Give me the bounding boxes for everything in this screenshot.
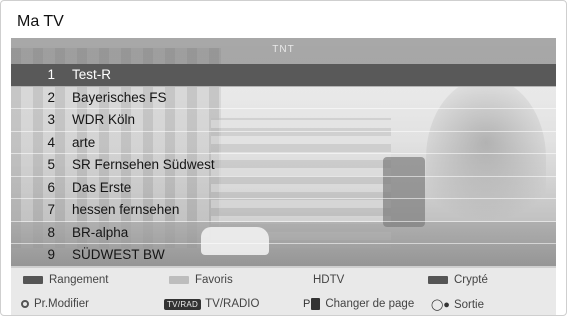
window-title: Ma TV	[17, 13, 64, 30]
channel-number: 5	[47, 157, 55, 172]
dark-swatch-icon	[428, 276, 448, 284]
legend-rangement-label: Rangement	[49, 274, 109, 286]
channel-number: 3	[47, 112, 55, 127]
channel-name: Das Erste	[72, 179, 132, 195]
channel-number: 4	[47, 134, 55, 150]
page-key-letter: P	[303, 298, 311, 310]
legend-hdtv-label: HDTV	[313, 274, 345, 286]
channel-name: SR Fernsehen Südwest	[72, 157, 215, 172]
channel-row[interactable]: 8 BR-alpha	[11, 222, 556, 244]
exit-icon: ◯●	[431, 299, 450, 311]
channel-row[interactable]: 9 SÜDWEST BW	[11, 244, 556, 267]
legend-favoris-label: Favoris	[195, 274, 233, 286]
legend-favoris: Favoris	[169, 274, 233, 286]
channel-number: 9	[47, 247, 55, 262]
channel-row[interactable]: 2 Bayerisches FS	[11, 87, 556, 109]
ok-icon	[21, 300, 29, 308]
legend-tv-radio-label: TV/RADIO	[205, 298, 260, 310]
channel-row[interactable]: 3 WDR Köln	[11, 109, 556, 132]
legend-pr-modifier: Pr.Modifier	[21, 298, 89, 310]
channel-name: Test-R	[72, 67, 112, 82]
legend-pr-modifier-label: Pr.Modifier	[34, 298, 89, 310]
legend-changer-page: P Changer de page	[303, 298, 414, 310]
channel-row[interactable]: 5 SR Fernsehen Südwest	[11, 154, 556, 177]
legend-sortie: ◯● Sortie	[431, 298, 485, 312]
channel-number: 8	[47, 224, 55, 240]
channel-number: 7	[47, 202, 55, 217]
blank-swatch-icon	[287, 276, 307, 284]
legend-key-row: Pr.Modifier TV/RAD TV/RADIO P Changer de…	[11, 294, 556, 315]
channel-number: 2	[47, 89, 55, 105]
channel-name: Bayerisches FS	[72, 89, 167, 105]
channel-name: arte	[72, 134, 96, 150]
channel-name: WDR Köln	[72, 112, 136, 127]
channel-name: BR-alpha	[72, 224, 129, 240]
list-header-label: TNT	[272, 44, 295, 55]
channel-number: 6	[47, 179, 55, 195]
legend-changer-page-label: Changer de page	[325, 298, 415, 310]
page-key-button	[311, 298, 321, 310]
legend-sortie-label: Sortie	[453, 298, 485, 311]
legend-tv-radio: TV/RAD TV/RADIO	[164, 298, 259, 310]
legend-crypte: Crypté	[428, 274, 488, 286]
channel-row[interactable]: 1 Test-R	[11, 64, 556, 87]
channel-name: SÜDWEST BW	[72, 247, 165, 262]
legend-rangement: Rangement	[23, 274, 108, 286]
page-updown-icon: P	[303, 298, 321, 310]
channel-row[interactable]: 4 arte	[11, 132, 556, 154]
tv-menu-window: Ma TV TNT 1 Test-R 2 Bayerisches FS 3 WD…	[0, 0, 567, 316]
channel-row[interactable]: 7 hessen fernsehen	[11, 199, 556, 222]
channel-list[interactable]: 1 Test-R 2 Bayerisches FS 3 WDR Köln 4 a…	[11, 64, 556, 267]
tv-radio-key-icon: TV/RAD	[164, 298, 202, 310]
list-header: TNT	[11, 38, 556, 64]
legend-crypte-label: Crypté	[454, 274, 488, 286]
legend-color-row: Rangement Favoris HDTV Crypté	[11, 270, 556, 294]
channel-name: hessen fernsehen	[72, 202, 180, 217]
channel-number: 1	[47, 67, 55, 82]
dark-swatch-icon	[23, 276, 43, 284]
button-legend: Rangement Favoris HDTV Crypté Pr.Modifie…	[11, 267, 556, 315]
channel-row[interactable]: 6 Das Erste	[11, 177, 556, 199]
legend-hdtv: HDTV	[287, 274, 344, 286]
light-swatch-icon	[169, 276, 189, 284]
